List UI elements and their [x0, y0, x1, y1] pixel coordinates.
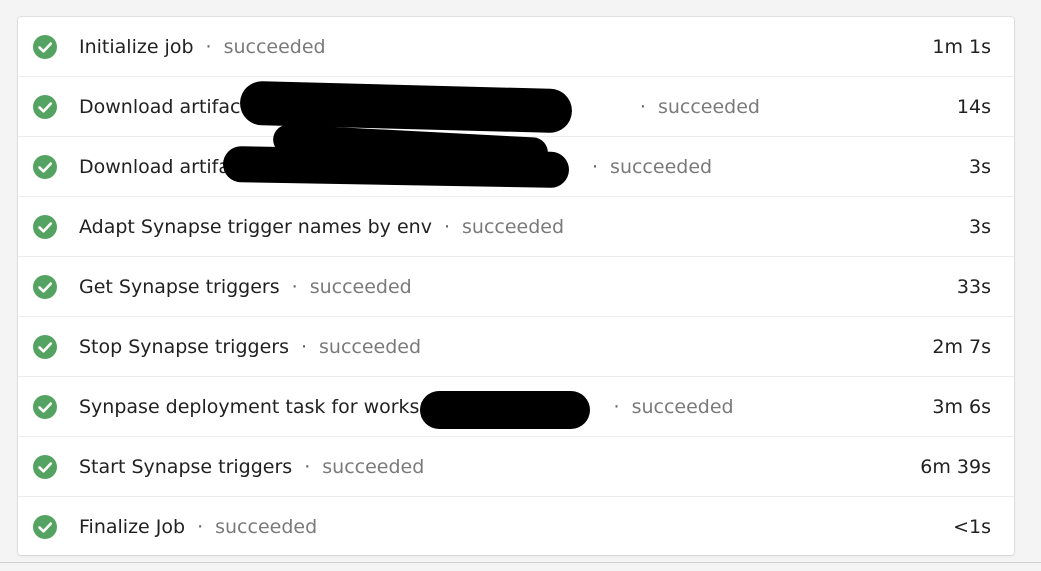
step-status: succeeded	[462, 216, 565, 238]
step-row-initialize-job[interactable]: Initialize job · succeeded 1m 1s	[18, 17, 1014, 77]
success-check-icon	[33, 95, 57, 119]
step-duration: 3s	[969, 216, 991, 238]
step-line: Initialize job · succeeded	[79, 17, 326, 77]
step-duration: 33s	[956, 276, 991, 298]
step-name: Stop Synapse triggers	[79, 336, 289, 358]
success-check-icon	[33, 215, 57, 239]
separator-dot: ·	[304, 456, 311, 478]
step-name: Synpase deployment task for worksp	[79, 396, 432, 418]
step-duration: 1m 1s	[932, 36, 991, 58]
step-line: Get Synapse triggers · succeeded	[79, 257, 412, 317]
step-row-finalize-job[interactable]: Finalize Job · succeeded <1s	[18, 497, 1014, 555]
step-row-start-synapse-triggers[interactable]: Start Synapse triggers · succeeded 6m 39…	[18, 437, 1014, 497]
job-steps-panel: Initialize job · succeeded 1m 1s Downloa…	[18, 17, 1014, 555]
separator-dot: ·	[291, 276, 298, 298]
step-status: succeeded	[631, 396, 734, 418]
step-line: Stop Synapse triggers · succeeded	[79, 317, 421, 377]
step-status: succeeded	[657, 96, 760, 118]
step-duration: 2m 7s	[932, 336, 991, 358]
step-name: Download artifa	[79, 156, 230, 178]
step-name: Finalize Job	[79, 516, 186, 538]
step-duration: 3m 6s	[932, 396, 991, 418]
step-row-synapse-deployment-task[interactable]: Synpase deployment task for worksp · suc…	[18, 377, 1014, 437]
step-duration: 14s	[956, 96, 991, 118]
step-line: Start Synapse triggers · succeeded	[79, 437, 424, 497]
success-check-icon	[33, 395, 57, 419]
step-line: Finalize Job · succeeded	[79, 497, 317, 555]
success-check-icon	[33, 35, 57, 59]
step-row-adapt-synapse-trigger-names[interactable]: Adapt Synapse trigger names by env · suc…	[18, 197, 1014, 257]
step-status: succeeded	[610, 156, 713, 178]
step-row-download-artifact-2[interactable]: Download artifa · succeeded 3s	[18, 123, 1014, 197]
separator-dot: ·	[300, 336, 308, 358]
step-row-get-synapse-triggers[interactable]: Get Synapse triggers · succeeded 33s	[18, 257, 1014, 317]
success-check-icon	[33, 275, 57, 299]
step-name: Start Synapse triggers	[79, 456, 293, 478]
step-duration: 3s	[969, 156, 991, 178]
redaction-mark	[420, 391, 590, 429]
step-status: succeeded	[309, 276, 412, 298]
separator-dot: ·	[639, 96, 646, 118]
separator-dot: ·	[197, 516, 204, 538]
step-name: Download artifact	[79, 96, 248, 118]
step-row-download-artifact-1[interactable]: Download artifact · succeeded 14s	[18, 77, 1014, 137]
success-check-icon	[33, 335, 57, 359]
step-line: Adapt Synapse trigger names by env · suc…	[79, 197, 564, 257]
separator-dot: ·	[205, 36, 212, 58]
step-status: succeeded	[215, 516, 318, 538]
step-name: Initialize job	[79, 36, 194, 58]
step-name: Adapt Synapse trigger names by env	[79, 216, 432, 238]
success-check-icon	[33, 455, 57, 479]
separator-dot: ·	[613, 396, 620, 418]
separator-dot: ·	[592, 156, 599, 178]
step-status: succeeded	[322, 456, 425, 478]
step-status: succeeded	[319, 336, 422, 358]
step-duration: 6m 39s	[920, 456, 991, 478]
step-status: succeeded	[223, 36, 326, 58]
separator-dot: ·	[443, 216, 450, 238]
success-check-icon	[33, 155, 57, 179]
step-line: Synpase deployment task for worksp · suc…	[79, 377, 734, 437]
step-duration: <1s	[953, 516, 991, 538]
step-name: Get Synapse triggers	[79, 276, 280, 298]
bottom-divider	[0, 562, 1041, 563]
success-check-icon	[33, 515, 57, 539]
step-row-stop-synapse-triggers[interactable]: Stop Synapse triggers · succeeded 2m 7s	[18, 317, 1014, 377]
